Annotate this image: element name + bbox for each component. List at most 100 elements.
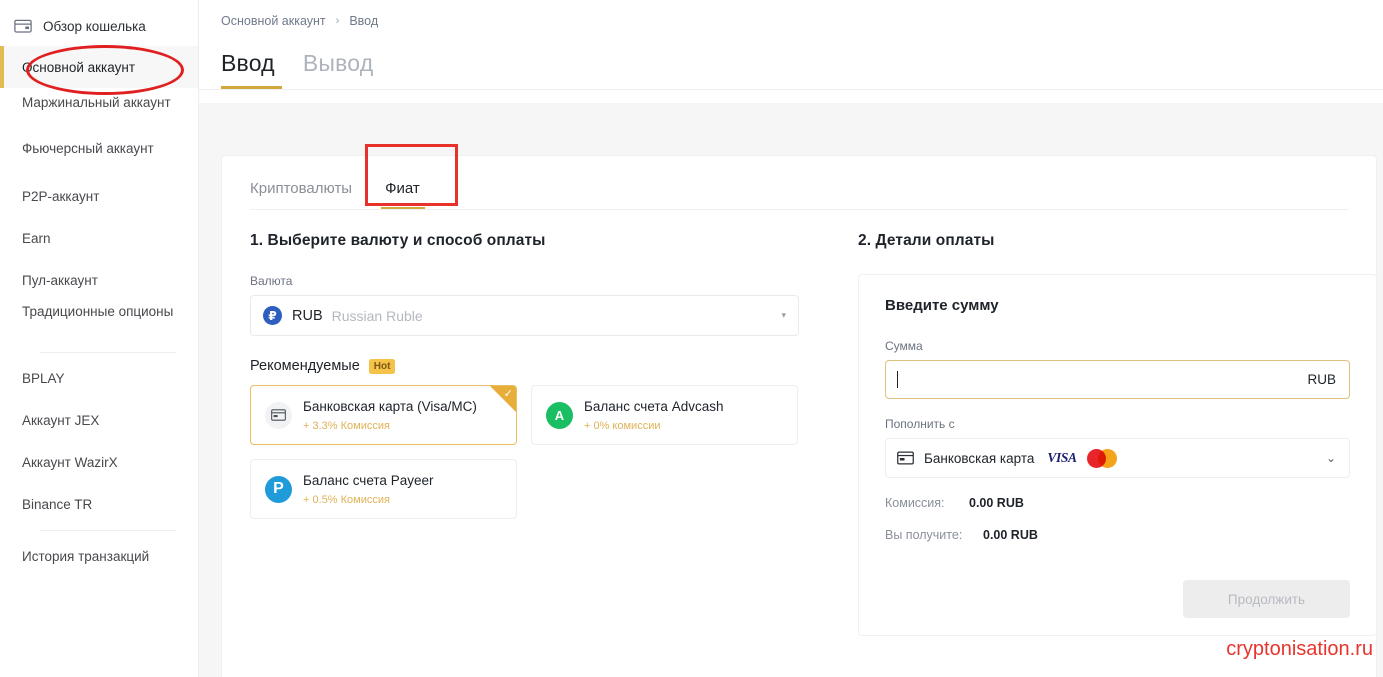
fee-row: Комиссия: 0.00 RUB [885,496,1350,510]
currency-name: Russian Ruble [331,307,423,324]
payment-details-box: Введите сумму Сумма RUB Пополнить с Банк… [858,274,1377,636]
sidebar-item-label: Пул-аккаунт [22,273,98,288]
deposit-card-panel: Криптовалюты Фиат 1. Выберите валюту и с… [221,144,1378,677]
payment-method-bank-card[interactable]: Банковская карта (Visa/MC) + 3.3% Комисс… [250,385,517,445]
mastercard-logo-icon [1086,448,1117,468]
topup-method-name: Банковская карта [924,450,1035,466]
sidebar-item-bplay[interactable]: BPLAY [0,362,198,395]
advcash-icon: A [546,401,573,429]
text-cursor [897,371,898,388]
wallet-deposit-page: Обзор кошелька Основной аккаунт Маржинал… [0,0,1383,677]
enter-amount-title: Введите сумму [885,297,999,314]
right-column: 2. Детали оплаты Введите сумму Сумма RUB [858,232,1378,636]
payment-method-advcash[interactable]: A Баланс счета Advcash + 0% комиссии [531,385,798,445]
sidebar-item-pool-account[interactable]: Пул-аккаунт [0,264,198,297]
inner-tabs: Криптовалюты Фиат [222,144,1376,209]
bank-card-icon [265,401,292,429]
sidebar-item-earn[interactable]: Earn [0,222,198,255]
sidebar-item-wazirx-account[interactable]: Аккаунт WazirX [0,446,198,479]
sidebar-item-wallet-overview[interactable]: Обзор кошелька [0,6,198,46]
main-tabs-divider [199,89,1383,90]
main-tabs: Ввод Вывод [199,28,1383,89]
payment-method-payeer[interactable]: P Баланс счета Payeer + 0.5% Комиссия [250,459,517,519]
tab-withdraw[interactable]: Вывод [303,50,374,89]
sidebar-item-label: Binance TR [22,497,93,512]
sidebar-divider [40,530,176,531]
chevron-down-icon: ▾ [781,310,786,320]
payment-method-text: Баланс счета Payeer + 0.5% Комиссия [303,472,433,505]
fee-label: Комиссия: [885,496,945,510]
sidebar-item-label: Традиционные опционы [22,304,174,319]
page-background: Криптовалюты Фиат 1. Выберите валюту и с… [199,103,1383,677]
watermark: cryptonisation.ru [1226,638,1373,660]
receive-row: Вы получите: 0.00 RUB [885,528,1350,542]
receive-label: Вы получите: [885,528,963,542]
section-heading-currency: 1. Выберите валюту и способ оплаты [250,232,546,249]
sidebar-item-transaction-history[interactable]: История транзакций [0,540,198,573]
sidebar-item-label: История транзакций [22,549,150,564]
sidebar-item-label: P2P-аккаунт [22,189,100,204]
sidebar: Обзор кошелька Основной аккаунт Маржинал… [0,0,199,677]
payment-method-text: Баланс счета Advcash + 0% комиссии [584,398,723,431]
chevron-down-icon: ⌄ [1325,451,1336,465]
sidebar-item-futures-account[interactable]: Фьючерсный аккаунт [0,134,198,180]
sidebar-item-binance-tr[interactable]: Binance TR [0,488,198,521]
payment-methods-list: Банковская карта (Visa/MC) + 3.3% Комисс… [250,385,798,519]
payeer-icon: P [265,475,292,503]
recommended-header: Рекомендуемые Hot [250,358,830,374]
sidebar-item-margin-account[interactable]: Маржинальный аккаунт [0,88,198,134]
breadcrumb-current: Ввод [349,14,379,28]
sidebar-item-p2p-account[interactable]: P2P-аккаунт [0,180,198,213]
check-icon: ✓ [503,388,513,400]
payment-method-fee: + 0% комиссии [584,419,661,432]
topup-field-label: Пополнить с [885,417,955,431]
payment-method-name: Баланс счета Payeer [303,473,434,489]
sidebar-item-traditional-options[interactable]: Традиционные опционы [0,297,198,343]
currency-field-label: Валюта [250,274,293,288]
visa-logo-icon: VISA [1047,450,1077,465]
breadcrumb: Основной аккаунт › Ввод [199,0,1383,28]
hot-badge: Hot [368,358,396,374]
amount-input-wrapper: RUB [885,360,1350,399]
sidebar-item-jex-account[interactable]: Аккаунт JEX [0,404,198,437]
sidebar-item-label: Маржинальный аккаунт [22,95,171,110]
tab-deposit[interactable]: Ввод [221,50,275,89]
amount-currency-suffix: RUB [1307,372,1336,387]
payment-method-name: Баланс счета Advcash [584,399,724,415]
breadcrumb-parent[interactable]: Основной аккаунт [221,14,326,28]
payment-method-text: Банковская карта (Visa/MC) + 3.3% Комисс… [303,398,477,431]
payment-method-fee: + 0.5% Комиссия [303,493,390,506]
sidebar-item-label: Аккаунт JEX [22,413,100,428]
chevron-right-icon: › [335,15,340,27]
continue-button[interactable]: Продолжить [1183,580,1350,618]
receive-value: 0.00 RUB [983,528,1038,542]
wallet-icon [14,18,32,34]
bank-card-icon [897,451,914,465]
amount-input[interactable]: RUB [885,360,1350,399]
currency-code: RUB [292,307,323,324]
sidebar-divider [40,352,176,353]
payment-method-name: Банковская карта (Visa/MC) [303,399,477,415]
section-heading-payment-details: 2. Детали оплаты [858,232,995,249]
sidebar-item-label: Earn [22,231,51,246]
tab-crypto[interactable]: Криптовалюты [250,180,352,209]
payment-method-fee: + 3.3% Комиссия [303,419,390,432]
content-area: Основной аккаунт › Ввод Ввод Вывод Крипт… [199,0,1383,677]
fee-value: 0.00 RUB [969,496,1024,510]
sidebar-item-label: Обзор кошелька [43,18,146,34]
amount-field-label: Сумма [885,339,923,353]
left-column: 1. Выберите валюту и способ оплаты Валют… [250,232,830,636]
two-column-layout: 1. Выберите валюту и способ оплаты Валют… [222,210,1378,636]
topup-method-select[interactable]: Банковская карта VISA ⌄ [885,438,1350,478]
sidebar-item-main-account[interactable]: Основной аккаунт [0,46,198,88]
tab-fiat[interactable]: Фиат [381,180,425,209]
currency-select[interactable]: ₽ RUB Russian Ruble ▾ [250,295,799,336]
ruble-icon: ₽ [263,306,282,325]
sidebar-item-label: Фьючерсный аккаунт [22,141,154,156]
sidebar-item-label: BPLAY [22,371,65,386]
